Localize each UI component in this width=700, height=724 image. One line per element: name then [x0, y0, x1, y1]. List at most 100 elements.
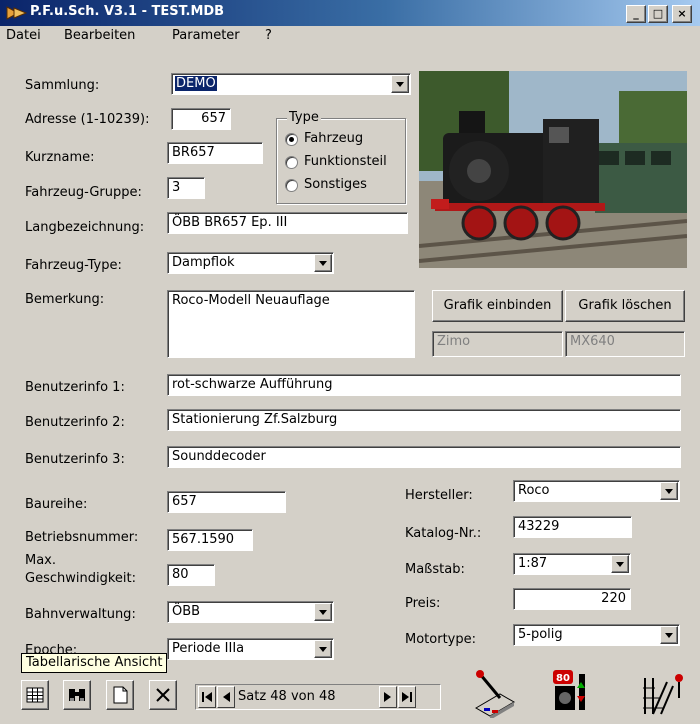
- type-groupbox: Type Fahrzeug Funktionsteil Sonstiges: [276, 110, 406, 204]
- radio-empty-icon: [285, 156, 298, 169]
- record-navigator: Satz 48 von 48: [195, 684, 441, 710]
- locomotive-signal-icon[interactable]: 80: [547, 668, 597, 718]
- app-logo-icon: [6, 6, 28, 20]
- sammlung-value: DEMO: [175, 76, 217, 91]
- previous-record-button[interactable]: [217, 686, 235, 708]
- fahrzeug-type-value: Dampflok: [172, 255, 235, 270]
- next-icon: [384, 692, 391, 702]
- title-bar: P.F.u.Sch. V3.1 - TEST.MDB _ □ ×: [0, 0, 700, 26]
- next-record-button[interactable]: [379, 686, 397, 708]
- chevron-down-icon[interactable]: [314, 603, 332, 621]
- betriebsnummer-input[interactable]: 567.1590: [167, 529, 253, 551]
- turnout-icon[interactable]: [637, 668, 687, 718]
- radio-selected-icon: [285, 133, 298, 146]
- katalog-input[interactable]: 43229: [513, 516, 632, 538]
- gruppe-label: Fahrzeug-Gruppe:: [25, 185, 142, 200]
- chevron-down-icon[interactable]: [314, 254, 332, 272]
- bemerkung-textarea[interactable]: Roco-Modell Neuauflage: [167, 290, 415, 358]
- minimize-button[interactable]: _: [626, 5, 646, 23]
- new-document-icon: [113, 686, 128, 704]
- last-record-button[interactable]: [398, 686, 416, 708]
- radio-fahrzeug-label: Fahrzeug: [304, 131, 364, 146]
- fahrzeug-type-select[interactable]: Dampflok: [167, 252, 334, 274]
- baureihe-label: Baureihe:: [25, 497, 88, 512]
- previous-icon: [223, 692, 230, 702]
- massstab-label: Maßstab:: [405, 562, 465, 577]
- delete-record-button[interactable]: [149, 680, 177, 710]
- chevron-down-icon[interactable]: [660, 626, 678, 644]
- tooltip: Tabellarische Ansicht: [21, 653, 168, 673]
- sammlung-label: Sammlung:: [25, 78, 100, 93]
- decoder-type-field: MX640: [565, 331, 685, 357]
- radio-empty-icon: [285, 179, 298, 192]
- benutzerinfo3-input[interactable]: Sounddecoder: [167, 446, 681, 468]
- motortype-label: Motortype:: [405, 632, 476, 647]
- menu-parameter[interactable]: Parameter: [172, 28, 240, 43]
- table-view-button[interactable]: [21, 680, 49, 710]
- last-icon: [402, 692, 412, 702]
- close-button[interactable]: ×: [672, 5, 692, 23]
- radio-funktionsteil-label: Funktionsteil: [304, 154, 387, 169]
- bemerkung-label: Bemerkung:: [25, 292, 105, 307]
- hersteller-label: Hersteller:: [405, 488, 473, 503]
- throttle-icon[interactable]: [470, 668, 520, 718]
- adresse-input[interactable]: 657: [171, 108, 231, 130]
- massstab-value: 1:87: [518, 556, 548, 571]
- info1-label: Benutzerinfo 1:: [25, 380, 125, 395]
- baureihe-input[interactable]: 657: [167, 491, 286, 513]
- max-geschw-label-1: Max.: [25, 553, 57, 568]
- gruppe-input[interactable]: 3: [167, 177, 205, 199]
- betriebsnummer-label: Betriebsnummer:: [25, 530, 139, 545]
- preis-label: Preis:: [405, 596, 441, 611]
- first-record-button[interactable]: [198, 686, 216, 708]
- motortype-value: 5-polig: [518, 627, 563, 642]
- benutzerinfo2-input[interactable]: Stationierung Zf.Salzburg: [167, 409, 681, 431]
- hersteller-value: Roco: [518, 483, 550, 498]
- epoche-select[interactable]: Periode IIIa: [167, 638, 334, 660]
- kurzname-label: Kurzname:: [25, 150, 95, 165]
- record-counter: Satz 48 von 48: [238, 689, 336, 704]
- menu-bar: Datei Bearbeiten Parameter ?: [0, 26, 700, 46]
- benutzerinfo1-input[interactable]: rot-schwarze Aufführung: [167, 374, 681, 396]
- maximize-button[interactable]: □: [648, 5, 668, 23]
- max-geschwindigkeit-input[interactable]: 80: [167, 564, 215, 586]
- bahnverwaltung-label: Bahnverwaltung:: [25, 607, 136, 622]
- massstab-select[interactable]: 1:87: [513, 553, 631, 575]
- info3-label: Benutzerinfo 3:: [25, 452, 125, 467]
- langbezeichnung-input[interactable]: ÖBB BR657 Ep. III: [167, 212, 408, 234]
- fahrzeug-type-label: Fahrzeug-Type:: [25, 258, 122, 273]
- radio-sonstiges-label: Sonstiges: [304, 177, 367, 192]
- menu-datei[interactable]: Datei: [6, 28, 41, 43]
- binoculars-icon: [69, 689, 85, 701]
- info2-label: Benutzerinfo 2:: [25, 415, 125, 430]
- motortype-select[interactable]: 5-polig: [513, 624, 680, 646]
- chevron-down-icon[interactable]: [391, 75, 409, 93]
- menu-help[interactable]: ?: [265, 28, 272, 43]
- chevron-down-icon[interactable]: [314, 640, 332, 658]
- grafik-loeschen-button[interactable]: Grafik löschen: [565, 290, 685, 322]
- epoche-value: Periode IIIa: [172, 641, 245, 656]
- kurzname-input[interactable]: BR657: [167, 142, 263, 164]
- bahnverwaltung-select[interactable]: ÖBB: [167, 601, 334, 623]
- table-icon: [26, 687, 44, 703]
- window-title: P.F.u.Sch. V3.1 - TEST.MDB: [30, 4, 225, 19]
- preis-input[interactable]: 220: [513, 588, 631, 610]
- new-record-button[interactable]: [106, 680, 134, 710]
- decoder-maker-field: Zimo: [432, 331, 563, 357]
- delete-icon: [156, 688, 170, 702]
- chevron-down-icon[interactable]: [660, 482, 678, 500]
- max-geschw-label-2: Geschwindigkeit:: [25, 571, 136, 586]
- hersteller-select[interactable]: Roco: [513, 480, 680, 502]
- sammlung-select[interactable]: DEMO: [171, 73, 411, 95]
- locomotive-photo: [419, 71, 687, 268]
- bahnverwaltung-value: ÖBB: [172, 604, 201, 619]
- type-group-title: Type: [287, 110, 321, 125]
- chevron-down-icon[interactable]: [611, 555, 629, 573]
- search-button[interactable]: [63, 680, 91, 710]
- katalog-label: Katalog-Nr.:: [405, 526, 482, 541]
- adresse-label: Adresse (1-10239):: [25, 112, 150, 127]
- lang-label: Langbezeichnung:: [25, 220, 145, 235]
- menu-bearbeiten[interactable]: Bearbeiten: [64, 28, 135, 43]
- first-icon: [202, 692, 212, 702]
- grafik-einbinden-button[interactable]: Grafik einbinden: [432, 290, 563, 322]
